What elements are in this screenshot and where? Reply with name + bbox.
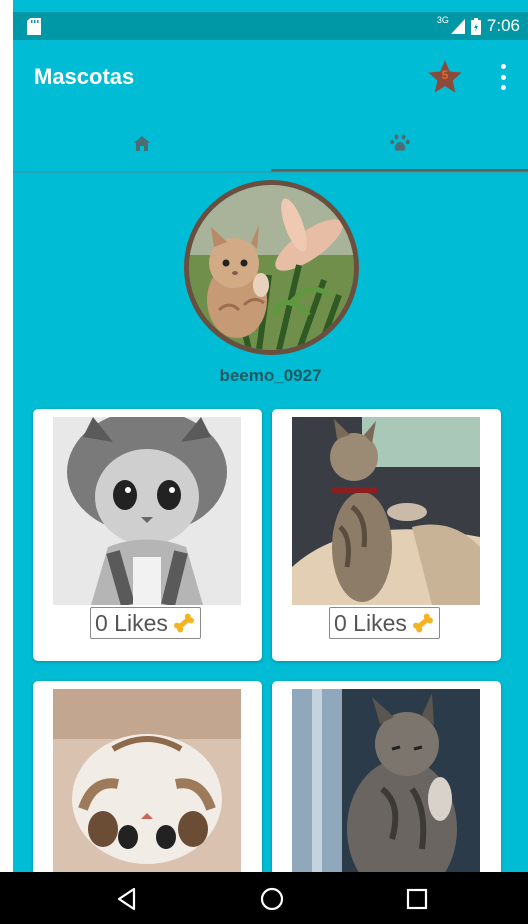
sd-card-icon [27,18,41,35]
bone-icon [173,613,194,633]
pet-photo [53,689,241,877]
tab-pets[interactable] [271,114,528,172]
back-icon[interactable] [114,886,140,912]
likes-count: 0 Likes [334,609,407,636]
favorites-button[interactable]: 5 [426,58,464,96]
pet-photo [292,689,480,877]
like-button[interactable]: 0 Likes [90,607,201,639]
tab-divider [13,171,528,173]
likes-count: 0 Likes [95,609,168,636]
pet-photo [53,417,241,605]
app-bar: Mascotas 5 [13,40,528,114]
home-icon [134,135,150,151]
pet-card[interactable]: 0 Likes [33,409,262,661]
paw-icon [390,134,410,151]
status-indicators: 3G 7:06 [437,15,520,37]
profile-photo [184,180,359,355]
network-type: 3G [436,15,449,25]
kitten-photo [189,185,354,350]
bone-icon [412,613,433,633]
app-screen: 3G 7:06 Mascotas 5 beemo_0927 0 Likes 0 … [13,0,528,924]
app-title: Mascotas [34,64,135,89]
battery-icon [470,17,481,35]
clock: 7:06 [486,16,520,35]
pet-photo [292,417,480,605]
like-button[interactable]: 0 Likes [329,607,440,639]
pet-card[interactable]: 0 Likes [272,409,501,661]
status-bar: 3G 7:06 [13,12,528,40]
favorites-count: 5 [441,68,449,82]
profile-username: beemo_0927 [219,366,322,385]
recents-icon[interactable] [404,886,430,912]
overflow-menu-icon[interactable] [497,64,509,90]
signal-icon [450,18,465,34]
home-nav-icon[interactable] [259,886,285,912]
system-nav-bar [0,872,528,924]
tab-bar [13,114,528,173]
tab-home[interactable] [13,114,271,172]
